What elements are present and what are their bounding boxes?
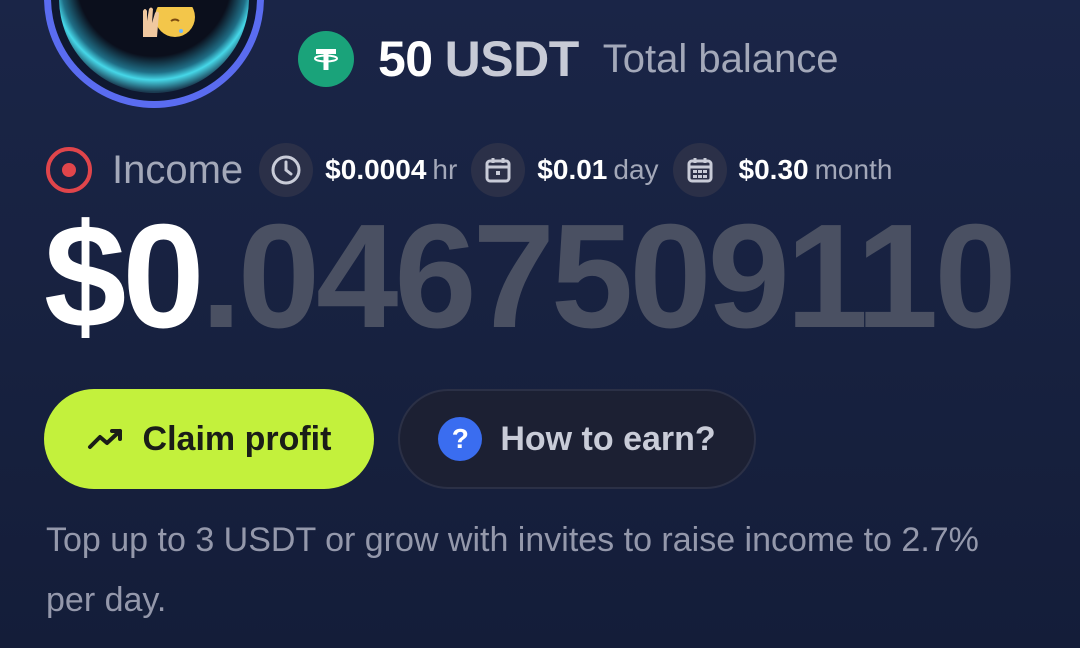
target-icon	[46, 147, 92, 193]
income-info-text: Top up to 3 USDT or grow with invites to…	[46, 521, 979, 619]
balance-row: 50 USDT Total balance	[298, 30, 838, 88]
clock-icon	[259, 143, 314, 197]
claim-profit-button[interactable]: Claim profit	[44, 389, 374, 489]
avatar[interactable]	[44, 0, 264, 108]
counter-fraction: .0467509110	[200, 194, 1017, 359]
income-label: Income	[112, 147, 244, 192]
how-to-earn-label: How to earn?	[500, 419, 716, 458]
rate-hourly: $0.0004 hr	[259, 143, 457, 197]
balance-label: Total balance	[602, 36, 839, 81]
balance-amount: 50	[378, 31, 433, 87]
counter-integer: $0	[44, 194, 205, 359]
how-to-earn-button[interactable]: ? How to earn?	[398, 389, 756, 489]
claim-profit-label: Claim profit	[142, 419, 332, 458]
balance-unit: USDT	[444, 31, 580, 87]
rate-daily-unit: day	[613, 154, 659, 185]
rate-monthly-value: $0.30	[738, 154, 809, 185]
trending-up-icon	[87, 429, 122, 449]
rate-daily: $0.01 day	[471, 143, 659, 197]
tether-icon	[298, 31, 354, 87]
emoji-hand-face-icon	[143, 7, 195, 37]
rate-hourly-value: $0.0004	[325, 154, 427, 185]
calendar-day-icon	[471, 143, 526, 197]
rate-monthly-unit: month	[814, 154, 893, 185]
rate-daily-value: $0.01	[537, 154, 608, 185]
rate-monthly: $0.30 month	[672, 143, 893, 197]
income-counter: $0.0467509110	[44, 194, 1017, 359]
rate-hourly-unit: hr	[432, 154, 458, 185]
question-icon: ?	[438, 417, 483, 461]
avatar-ring	[51, 0, 257, 101]
avatar-image	[59, 0, 249, 93]
income-row: Income $0.0004 hr $0.01 day $0.30 month	[44, 142, 906, 198]
calendar-month-icon	[672, 143, 727, 197]
